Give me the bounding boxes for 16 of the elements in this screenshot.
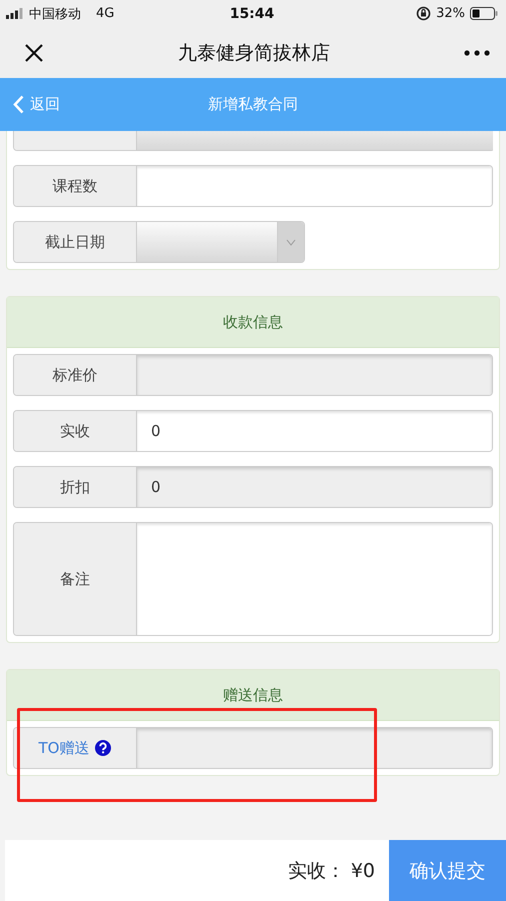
battery-icon bbox=[470, 7, 498, 20]
section-title: 收款信息 bbox=[223, 312, 283, 332]
network-type: 4G bbox=[96, 6, 114, 21]
total-amount: 实收： ¥0 bbox=[288, 858, 375, 884]
section-title: 赠送信息 bbox=[223, 686, 283, 704]
more-icon[interactable] bbox=[464, 50, 490, 56]
page-title: 九泰健身简拔林店 bbox=[178, 40, 330, 66]
clock-time: 15:44 bbox=[230, 6, 274, 22]
submit-button[interactable]: 确认提交 bbox=[389, 840, 506, 901]
back-link[interactable]: 返回 bbox=[0, 95, 60, 114]
close-icon[interactable] bbox=[24, 42, 44, 62]
rotation-lock-icon bbox=[416, 6, 432, 21]
battery-percent: 32% bbox=[436, 6, 465, 21]
carrier-name: 中国移动 bbox=[29, 6, 81, 22]
signal-icon bbox=[6, 8, 24, 19]
form-title: 新增私教合同 bbox=[208, 95, 298, 114]
